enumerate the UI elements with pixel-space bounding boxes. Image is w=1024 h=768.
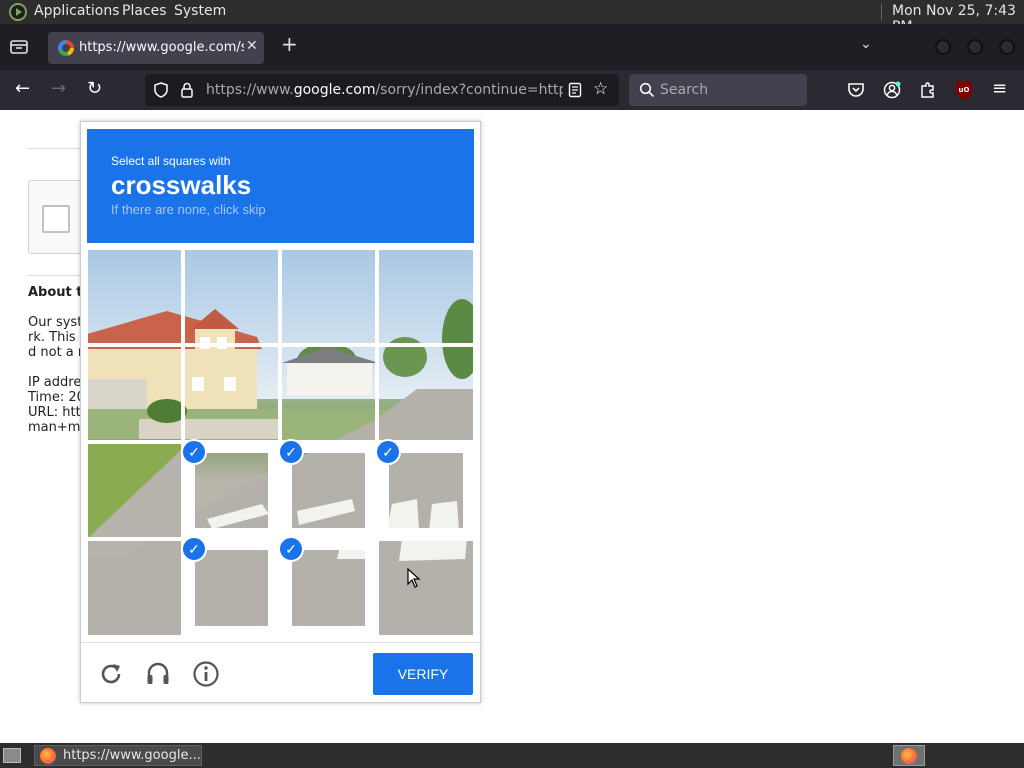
grid-tile-2[interactable] bbox=[183, 249, 280, 345]
firefox-icon bbox=[40, 748, 56, 764]
reader-view-icon[interactable] bbox=[568, 82, 582, 98]
selected-check-icon: ✓ bbox=[181, 439, 207, 465]
mouse-cursor-icon bbox=[407, 568, 421, 588]
recaptcha-checkbox[interactable] bbox=[42, 205, 70, 233]
selected-check-icon: ✓ bbox=[375, 439, 401, 465]
search-input[interactable]: Search bbox=[660, 82, 708, 98]
url-text[interactable]: https://www.google.com/sorry/index?conti… bbox=[206, 82, 563, 98]
maximize-window-button[interactable] bbox=[967, 39, 983, 55]
grid-tile-14-selected[interactable]: ✓ bbox=[181, 536, 280, 636]
bookmark-star-icon[interactable]: ☆ bbox=[593, 79, 608, 99]
places-menu[interactable]: Places bbox=[122, 3, 167, 19]
grid-tile-9[interactable] bbox=[87, 442, 183, 539]
info-icon[interactable] bbox=[192, 660, 220, 688]
taskbar-firefox-window[interactable]: https://www.google... bbox=[34, 745, 202, 766]
grid-tile-5[interactable] bbox=[87, 345, 183, 442]
navigation-toolbar: ← → ↻ https://www.google.com/sorry/index… bbox=[0, 70, 1024, 110]
reload-icon[interactable]: ↻ bbox=[87, 79, 102, 99]
lock-icon[interactable] bbox=[180, 82, 194, 98]
grid-tile-7[interactable] bbox=[280, 345, 377, 442]
panel-separator bbox=[881, 4, 882, 20]
tab-strip: https://www.google.com/sorry/index ✕ + ⌄ bbox=[0, 24, 1024, 70]
verify-button[interactable]: VERIFY bbox=[373, 653, 473, 695]
top-panel: Applications Places System Mon Nov 25, 7… bbox=[0, 0, 1024, 35]
challenge-target: crosswalks bbox=[111, 170, 252, 200]
divider bbox=[28, 275, 88, 276]
audio-challenge-headphones-icon[interactable] bbox=[144, 660, 172, 688]
distro-logo-icon[interactable] bbox=[9, 3, 27, 21]
bottom-taskbar: https://www.google... bbox=[0, 743, 1024, 768]
grid-tile-10-selected[interactable]: ✓ bbox=[181, 439, 280, 539]
show-desktop-icon[interactable] bbox=[3, 748, 21, 763]
tab-google-sorry[interactable]: https://www.google.com/sorry/index ✕ bbox=[48, 32, 264, 64]
pocket-icon[interactable] bbox=[847, 81, 865, 99]
grid-tile-13[interactable] bbox=[87, 539, 183, 636]
grid-tile-1[interactable] bbox=[87, 249, 183, 345]
back-arrow-icon[interactable]: ← bbox=[15, 79, 30, 99]
search-icon bbox=[639, 82, 655, 98]
account-icon[interactable] bbox=[883, 81, 901, 99]
close-window-button[interactable] bbox=[999, 39, 1015, 55]
challenge-hint: If there are none, click skip bbox=[111, 202, 266, 217]
close-tab-icon[interactable]: ✕ bbox=[246, 38, 258, 54]
search-bar[interactable]: Search bbox=[629, 74, 807, 106]
system-menu[interactable]: System bbox=[174, 3, 226, 19]
forward-arrow-icon[interactable]: → bbox=[51, 79, 66, 99]
google-favicon-icon bbox=[58, 40, 74, 56]
applications-menu[interactable]: Applications bbox=[34, 3, 120, 19]
grid-tile-4[interactable] bbox=[377, 249, 474, 345]
challenge-instruction: Select all squares with bbox=[111, 154, 231, 168]
firefox-icon bbox=[901, 748, 917, 764]
challenge-header: Select all squares with crosswalks If th… bbox=[87, 129, 474, 243]
grid-tile-8[interactable] bbox=[377, 345, 474, 442]
workspace-switcher[interactable] bbox=[893, 745, 925, 766]
recaptcha-anchor[interactable] bbox=[28, 180, 88, 254]
ublock-origin-icon[interactable]: uO bbox=[956, 81, 972, 99]
minimize-window-button[interactable] bbox=[935, 39, 951, 55]
selected-check-icon: ✓ bbox=[278, 536, 304, 562]
time-line: Time: 20 bbox=[28, 390, 85, 405]
shield-icon[interactable] bbox=[153, 82, 169, 98]
selected-check-icon: ✓ bbox=[278, 439, 304, 465]
extensions-puzzle-icon[interactable] bbox=[919, 81, 937, 99]
firefox-view-icon[interactable] bbox=[9, 38, 29, 56]
tab-title: https://www.google.com/sorry/index bbox=[79, 40, 244, 55]
grid-tile-12-selected[interactable]: ✓ bbox=[375, 439, 474, 539]
reload-challenge-icon[interactable] bbox=[97, 660, 125, 688]
chevron-down-icon[interactable]: ⌄ bbox=[860, 36, 872, 52]
footer-divider bbox=[81, 642, 482, 643]
url-bar[interactable]: https://www.google.com/sorry/index?conti… bbox=[145, 74, 619, 106]
selected-check-icon: ✓ bbox=[181, 536, 207, 562]
hamburger-menu-icon[interactable]: ≡ bbox=[992, 79, 1007, 99]
grid-tile-15-selected[interactable]: ✓ bbox=[278, 536, 377, 636]
divider bbox=[28, 148, 88, 149]
grid-tile-11-selected[interactable]: ✓ bbox=[278, 439, 377, 539]
taskbar-window-title: https://www.google... bbox=[63, 748, 201, 763]
new-tab-icon[interactable]: + bbox=[281, 32, 298, 56]
recaptcha-challenge: Select all squares with crosswalks If th… bbox=[80, 121, 482, 703]
grid-tile-16[interactable] bbox=[377, 539, 474, 636]
grid-tile-3[interactable] bbox=[280, 249, 377, 345]
grid-tile-6[interactable] bbox=[183, 345, 280, 442]
